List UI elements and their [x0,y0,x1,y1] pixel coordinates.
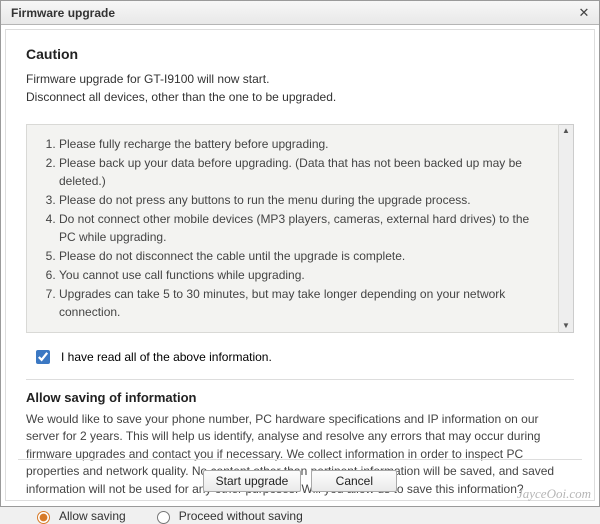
divider [26,379,574,380]
notice-item: Please do not disconnect the cable until… [59,247,544,265]
notice-box: Please fully recharge the battery before… [26,124,559,333]
radio-deny-label: Proceed without saving [179,509,303,523]
confirm-row[interactable]: I have read all of the above information… [32,347,574,367]
confirm-label: I have read all of the above information… [61,350,272,364]
content-area: Caution Firmware upgrade for GT-I9100 wi… [5,29,595,501]
notice-item: You cannot use call functions while upgr… [59,266,544,284]
titlebar: Firmware upgrade ✕ [1,1,599,25]
radio-row: Allow saving Proceed without saving [32,508,574,524]
window-title: Firmware upgrade [11,6,115,20]
close-icon[interactable]: ✕ [575,5,593,21]
button-row: Start upgrade Cancel [18,459,582,492]
scroll-down-icon[interactable]: ▼ [562,322,570,330]
notice-item: Do not connect other mobile devices (MP3… [59,210,544,246]
scrollbar[interactable]: ▲ ▼ [559,124,574,333]
caution-heading: Caution [26,46,574,62]
notice-item: Please back up your data before upgradin… [59,154,544,190]
radio-deny[interactable]: Proceed without saving [152,508,303,524]
confirm-checkbox[interactable] [36,350,50,364]
notice-item: Please fully recharge the battery before… [59,135,544,153]
allow-heading: Allow saving of information [26,390,574,405]
cancel-button[interactable]: Cancel [311,470,397,492]
notice-item: Upgrades can take 5 to 30 minutes, but m… [59,285,544,321]
radio-allow[interactable]: Allow saving [32,508,126,524]
radio-deny-input[interactable] [157,511,170,524]
caution-line2: Disconnect all devices, other than the o… [26,88,574,106]
notice-wrap: Please fully recharge the battery before… [26,124,574,333]
dialog-window: Firmware upgrade ✕ Caution Firmware upgr… [0,0,600,507]
start-upgrade-button[interactable]: Start upgrade [203,470,302,492]
radio-allow-input[interactable] [37,511,50,524]
caution-intro: Firmware upgrade for GT-I9100 will now s… [26,70,574,106]
notice-list: Please fully recharge the battery before… [41,135,544,321]
radio-allow-label: Allow saving [59,509,126,523]
caution-line1: Firmware upgrade for GT-I9100 will now s… [26,70,574,88]
scroll-up-icon[interactable]: ▲ [562,127,570,135]
notice-item: Please do not press any buttons to run t… [59,191,544,209]
